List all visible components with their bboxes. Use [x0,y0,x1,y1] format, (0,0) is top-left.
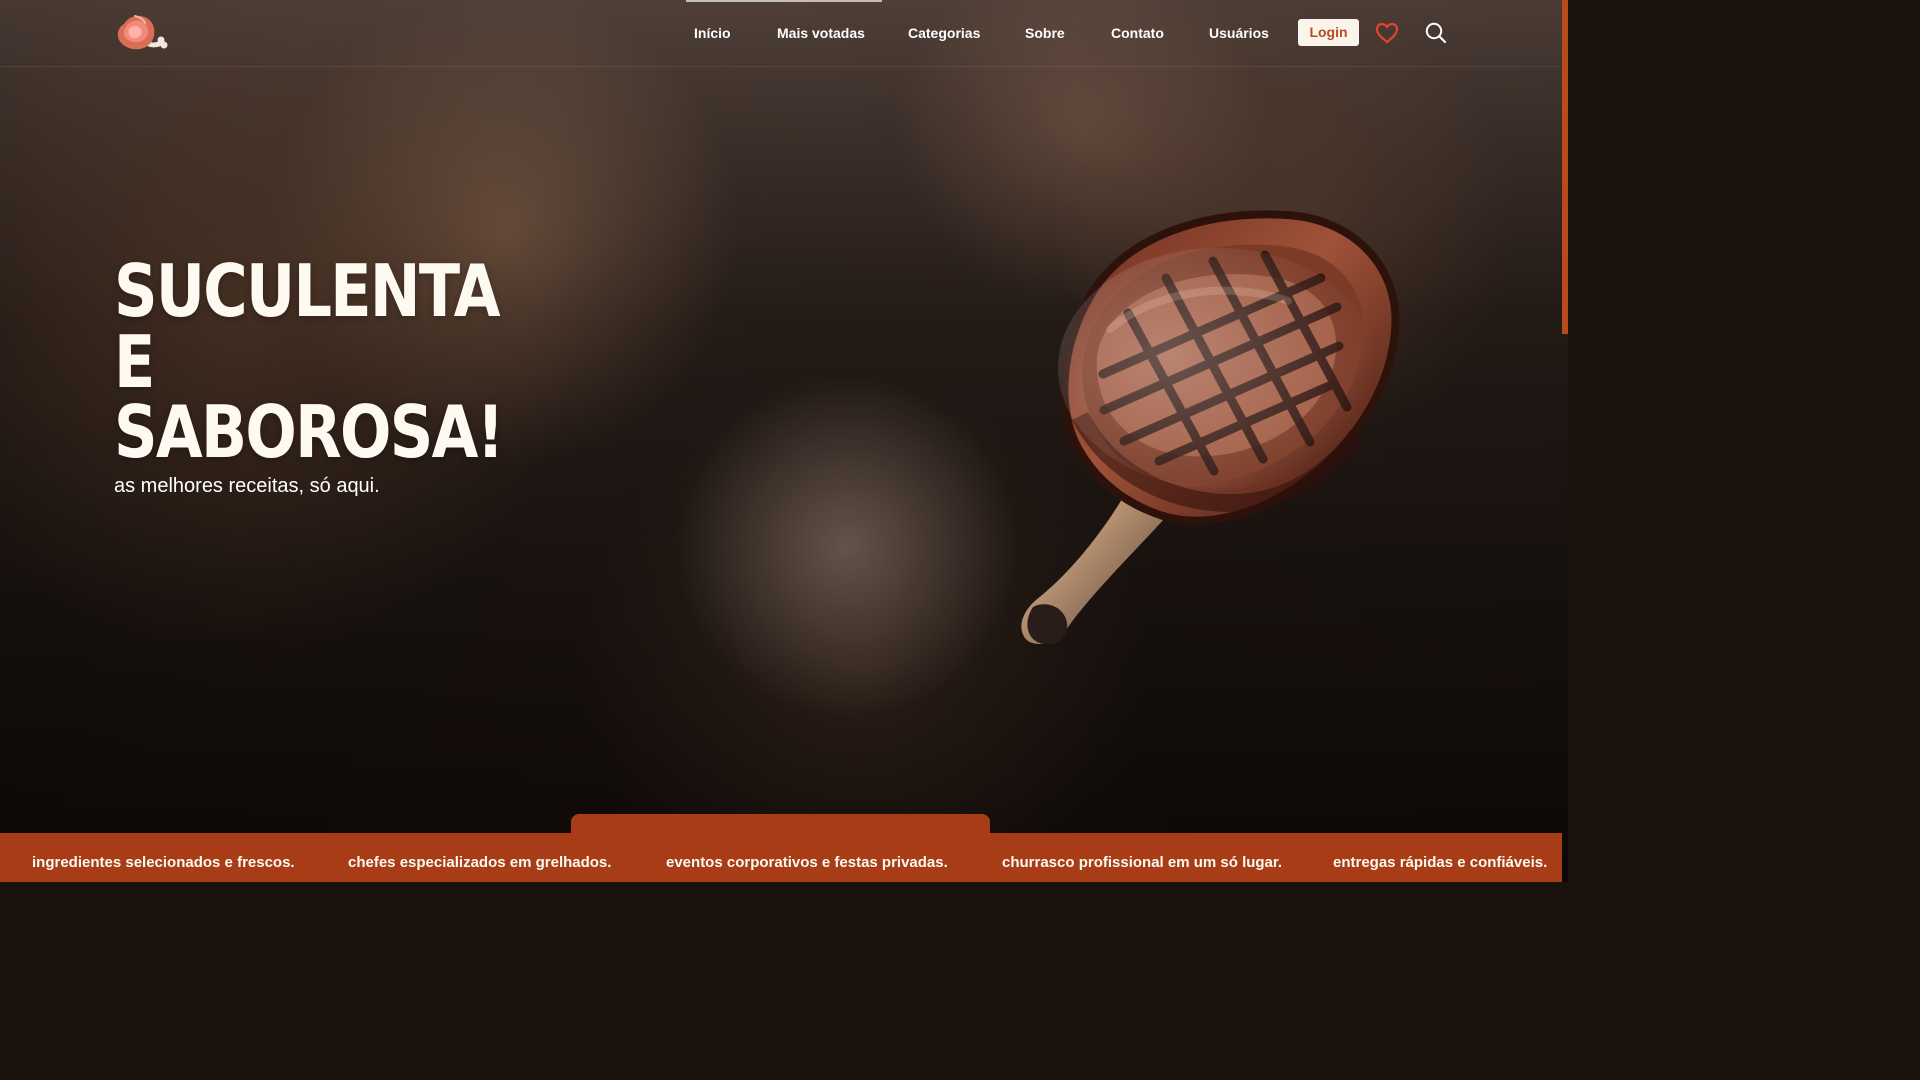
hero-subtitle: as melhores receitas, só aqui. [114,474,380,497]
feature-strip: ingredientes selecionados e frescos. che… [0,833,1562,882]
feature-item: ingredientes selecionados e frescos. [32,854,295,871]
favorites-button[interactable] [1373,19,1401,47]
nav-item-about[interactable]: Sobre [1025,24,1065,42]
steak-image [1021,210,1400,645]
search-icon [1425,22,1447,44]
login-button[interactable]: Login [1298,19,1359,46]
hero-title-line-2: SABOROSA! [114,390,504,475]
hero-text: SUCULENTA E SABOROSA! as melhores receit… [114,255,634,498]
active-nav-indicator [686,0,882,2]
nav-item-home[interactable]: Início [694,24,731,42]
search-button[interactable] [1422,19,1450,47]
feature-item: churrasco profissional em um só lugar. [1002,854,1283,871]
scroll-accent [1562,0,1568,334]
heart-icon [1375,22,1399,44]
hero-title-line-1: SUCULENTA E [114,249,501,404]
feature-item: chefes especializados em grelhados. [348,854,612,871]
hero-title: SUCULENTA E SABOROSA! [114,255,551,468]
top-navigation-bar: Início Mais votadas Categorias Sobre Con… [0,0,1568,67]
nav-item-categories[interactable]: Categorias [908,24,980,42]
nav-item-users[interactable]: Usuários [1209,24,1269,42]
nav-item-contact[interactable]: Contato [1111,24,1164,42]
feature-item: entregas rápidas e confiáveis. [1333,854,1548,871]
landing-page: Início Mais votadas Categorias Sobre Con… [0,0,1568,882]
nav-item-top-voted[interactable]: Mais votadas [777,24,865,42]
feature-item: eventos corporativos e festas privadas. [666,854,948,871]
